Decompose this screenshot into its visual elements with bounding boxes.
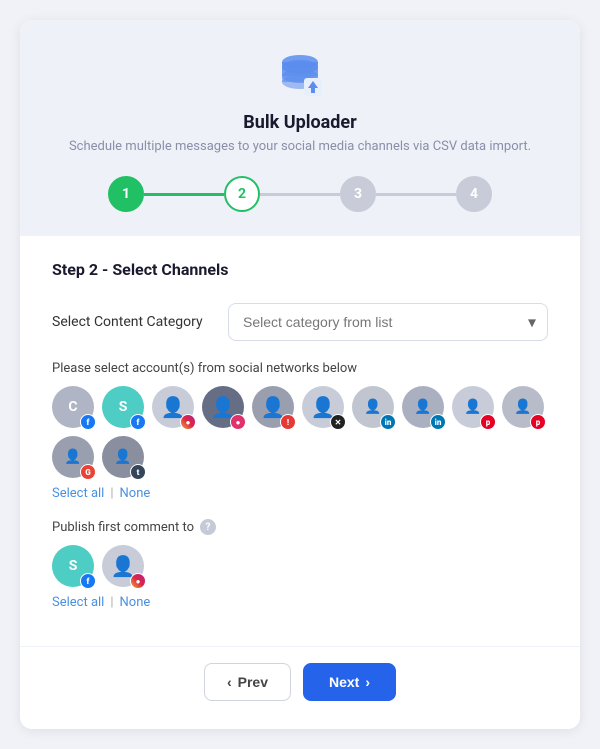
page-subtitle: Schedule multiple messages to your socia…: [69, 139, 531, 154]
publish-section: Publish first comment to ? S f 👤 ● Selec…: [52, 519, 548, 610]
pinterest-badge: p: [530, 414, 546, 430]
divider: |: [110, 595, 113, 610]
step-line-3-4: [376, 193, 456, 196]
category-select[interactable]: Select category from list: [228, 303, 548, 341]
footer-section: ‹ Prev Next ›: [20, 646, 580, 729]
page-title: Bulk Uploader: [243, 112, 356, 133]
account-avatar-11[interactable]: 👤 G: [52, 436, 94, 478]
google-badge: G: [80, 464, 96, 480]
bulk-uploader-card: Bulk Uploader Schedule multiple messages…: [20, 20, 580, 729]
account-avatar-4[interactable]: 👤 ●: [202, 386, 244, 428]
x-badge: ✕: [330, 414, 346, 430]
facebook-badge: f: [80, 414, 96, 430]
select-all-accounts-link[interactable]: Select all: [52, 486, 104, 501]
database-upload-icon: [274, 48, 326, 100]
instagram-badge: ●: [130, 573, 146, 589]
accounts-section: Please select account(s) from social net…: [52, 361, 548, 501]
pinterest-badge: p: [480, 414, 496, 430]
step-3[interactable]: 3: [340, 176, 376, 212]
account-avatar-1[interactable]: C f: [52, 386, 94, 428]
linkedin-badge: in: [430, 414, 446, 430]
publish-avatars-row: S f 👤 ●: [52, 545, 548, 587]
category-label: Select Content Category: [52, 314, 212, 330]
prev-button[interactable]: ‹ Prev: [204, 663, 291, 701]
account-avatar-6[interactable]: 👤 ✕: [302, 386, 344, 428]
publish-label-row: Publish first comment to ?: [52, 519, 548, 535]
category-select-wrapper: Select category from list ▾: [228, 303, 548, 341]
facebook-badge: f: [80, 573, 96, 589]
account-avatar-8[interactable]: 👤 in: [402, 386, 444, 428]
content-section: Step 2 - Select Channels Select Content …: [20, 236, 580, 638]
account-avatar-12[interactable]: 👤 t: [102, 436, 144, 478]
step-2[interactable]: 2: [224, 176, 260, 212]
next-label: Next: [329, 674, 359, 690]
publish-avatar-2[interactable]: 👤 ●: [102, 545, 144, 587]
accounts-label: Please select account(s) from social net…: [52, 361, 548, 376]
publish-avatar-1[interactable]: S f: [52, 545, 94, 587]
warning-badge: !: [280, 414, 296, 430]
help-icon[interactable]: ?: [200, 519, 216, 535]
account-avatar-3[interactable]: 👤 ●: [152, 386, 194, 428]
chevron-right-icon: ›: [365, 674, 370, 690]
account-avatar-2[interactable]: S f: [102, 386, 144, 428]
account-avatar-5[interactable]: 👤 !: [252, 386, 294, 428]
select-all-publish-link[interactable]: Select all: [52, 595, 104, 610]
linkedin-badge: in: [380, 414, 396, 430]
publish-label: Publish first comment to: [52, 520, 194, 535]
tumblr-badge: t: [130, 464, 146, 480]
none-publish-link[interactable]: None: [120, 595, 151, 610]
none-accounts-link[interactable]: None: [120, 486, 151, 501]
instagram-badge: ●: [230, 414, 246, 430]
instagram-badge: ●: [180, 414, 196, 430]
step-line-2-3: [260, 193, 340, 196]
account-avatar-7[interactable]: 👤 in: [352, 386, 394, 428]
publish-select-links: Select all | None: [52, 595, 548, 610]
chevron-left-icon: ‹: [227, 674, 232, 690]
step-1[interactable]: 1: [108, 176, 144, 212]
account-avatar-9[interactable]: 👤 p: [452, 386, 494, 428]
category-row: Select Content Category Select category …: [52, 303, 548, 341]
accounts-avatars-row: C f S f 👤 ● 👤 ●: [52, 386, 548, 478]
step-line-1-2: [144, 193, 224, 196]
header-section: Bulk Uploader Schedule multiple messages…: [20, 20, 580, 236]
step-4[interactable]: 4: [456, 176, 492, 212]
prev-label: Prev: [238, 674, 268, 690]
account-avatar-10[interactable]: 👤 p: [502, 386, 544, 428]
step-heading: Step 2 - Select Channels: [52, 260, 548, 279]
divider: |: [110, 486, 113, 501]
next-button[interactable]: Next ›: [303, 663, 396, 701]
facebook-badge: f: [130, 414, 146, 430]
accounts-select-links: Select all | None: [52, 486, 548, 501]
progress-stepper: 1 2 3 4: [108, 176, 492, 212]
